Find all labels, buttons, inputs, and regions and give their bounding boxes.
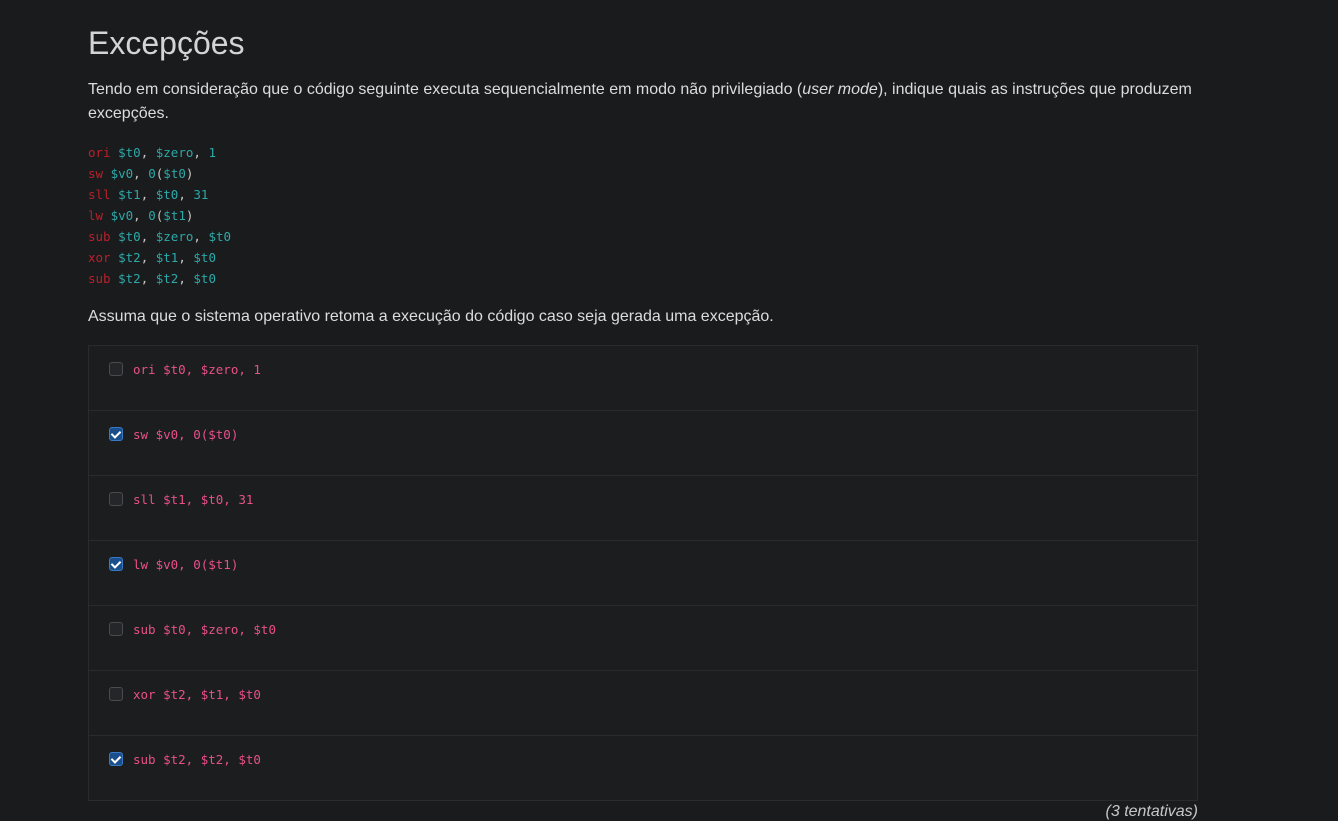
code-token: $t2 xyxy=(118,271,141,286)
checkbox-checked[interactable] xyxy=(109,557,123,571)
code-keyword: xor xyxy=(88,250,111,265)
code-line: sw $v0, 0($t0) xyxy=(88,163,231,184)
code-block: ori $t0, $zero, 1 sw $v0, 0($t0) sll $t1, … xyxy=(88,142,231,289)
answer-option[interactable]: sll $t1, $t0, 31 xyxy=(89,476,1197,541)
code-keyword: sw xyxy=(88,166,104,181)
code-token: $t2 xyxy=(118,250,141,265)
code-token: , xyxy=(133,166,149,181)
intro-text-emphasis: user mode xyxy=(802,81,878,98)
code-token: $t0 xyxy=(163,166,186,181)
checkbox-unchecked[interactable] xyxy=(109,687,123,701)
checkbox-unchecked[interactable] xyxy=(109,492,123,506)
code-token: 0 xyxy=(148,166,156,181)
answer-option-label: sub $t2, $t2, $t0 xyxy=(133,752,261,767)
code-token: $t1 xyxy=(155,250,179,265)
checkbox-checked[interactable] xyxy=(109,427,123,441)
code-token: $t0 xyxy=(193,271,216,286)
answer-option-label: sll $t1, $t0, 31 xyxy=(133,492,254,507)
answer-options: ori $t0, $zero, 1 sw $v0, 0($t0) sll $t1, … xyxy=(88,345,1198,801)
answer-option[interactable]: sw $v0, 0($t0) xyxy=(89,411,1197,476)
code-token: , xyxy=(140,145,156,160)
code-token: $t1 xyxy=(163,208,186,223)
code-keyword: sub xyxy=(88,229,111,244)
code-line: sub $t0, $zero, $t0 xyxy=(88,226,231,247)
code-token: , xyxy=(178,250,194,265)
code-token: $t0 xyxy=(208,229,232,244)
code-token: $v0 xyxy=(110,208,134,223)
code-token: , xyxy=(133,208,149,223)
answer-option-label: ori $t0, $zero, 1 xyxy=(133,362,261,377)
code-token: $v0 xyxy=(110,166,134,181)
code-keyword: sub xyxy=(88,271,111,286)
code-token: 1 xyxy=(208,145,216,160)
code-token: 31 xyxy=(193,187,209,202)
code-token: , xyxy=(178,187,194,202)
answer-option[interactable]: sub $t0, $zero, $t0 xyxy=(89,606,1197,671)
code-line: sll $t1, $t0, 31 xyxy=(88,184,231,205)
answer-option-label: sub $t0, $zero, $t0 xyxy=(133,622,276,637)
assumption-text: Assuma que o sistema operativo retoma a … xyxy=(88,308,774,325)
code-token: $t0 xyxy=(193,250,216,265)
attempts-count: (3 tentativas) xyxy=(1105,803,1198,820)
code-line: lw $v0, 0($t1) xyxy=(88,205,231,226)
code-token: $t2 xyxy=(155,271,179,286)
code-line: ori $t0, $zero, 1 xyxy=(88,142,231,163)
answer-option[interactable]: xor $t2, $t1, $t0 xyxy=(89,671,1197,736)
answer-option-label: lw $v0, 0($t1) xyxy=(133,557,239,572)
page-title: Excepções xyxy=(88,25,245,61)
code-token: , xyxy=(193,229,209,244)
code-token: $t0 xyxy=(118,145,141,160)
answer-option-label: sw $v0, 0($t0) xyxy=(133,427,239,442)
code-token: 0 xyxy=(148,208,156,223)
code-token: , xyxy=(140,187,156,202)
code-line: sub $t2, $t2, $t0 xyxy=(88,268,231,289)
question-intro: Tendo em consideração que o código segui… xyxy=(88,78,1198,126)
answer-option[interactable]: ori $t0, $zero, 1 xyxy=(89,346,1197,411)
answer-option[interactable]: lw $v0, 0($t1) xyxy=(89,541,1197,606)
checkbox-checked[interactable] xyxy=(109,752,123,766)
code-token: , xyxy=(140,271,156,286)
code-token: , xyxy=(193,145,209,160)
code-token: $zero xyxy=(155,229,194,244)
code-token: $t0 xyxy=(155,187,179,202)
code-token: $t1 xyxy=(118,187,141,202)
code-token: $t0 xyxy=(118,229,141,244)
checkbox-unchecked[interactable] xyxy=(109,362,123,376)
code-token: , xyxy=(178,271,194,286)
code-line: xor $t2, $t1, $t0 xyxy=(88,247,231,268)
code-keyword: ori xyxy=(88,145,111,160)
code-token: , xyxy=(140,250,156,265)
code-keyword: lw xyxy=(88,208,104,223)
code-token: ) xyxy=(185,166,194,181)
code-keyword: sll xyxy=(88,187,111,202)
answer-option[interactable]: sub $t2, $t2, $t0 xyxy=(89,736,1197,800)
checkbox-unchecked[interactable] xyxy=(109,622,123,636)
answer-option-label: xor $t2, $t1, $t0 xyxy=(133,687,261,702)
code-token: ) xyxy=(185,208,194,223)
code-token: $zero xyxy=(155,145,194,160)
code-token: , xyxy=(140,229,156,244)
intro-text-before: Tendo em consideração que o código segui… xyxy=(88,81,803,98)
